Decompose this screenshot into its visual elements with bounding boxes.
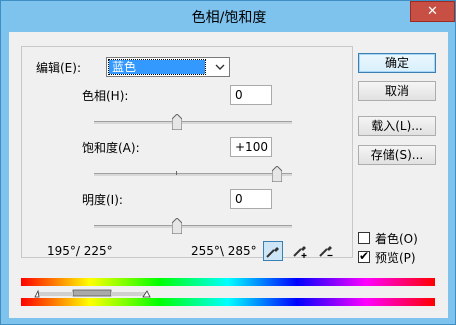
save-button[interactable]: 存储(S)... xyxy=(358,145,436,165)
saturation-slider-thumb[interactable] xyxy=(272,166,282,182)
eyedropper-add-tool[interactable] xyxy=(291,241,311,261)
lightness-slider-thumb[interactable] xyxy=(172,218,182,234)
eyedropper-subtract-tool[interactable] xyxy=(317,241,337,261)
saturation-input[interactable]: +100 xyxy=(230,137,272,157)
adjustment-group: 编辑(E): 蓝色 色相(H): 0 饱和度(A): +100 明度(I): 0 xyxy=(21,46,353,258)
range-start-text: 195°/ 225° xyxy=(47,244,113,258)
lightness-label: 明度(I): xyxy=(82,193,123,207)
output-color-spectrum xyxy=(21,298,435,306)
input-color-spectrum xyxy=(21,278,435,286)
eyedropper-minus-icon xyxy=(319,246,333,257)
hue-slider-thumb[interactable] xyxy=(172,114,182,130)
dialog-body: 编辑(E): 蓝色 色相(H): 0 饱和度(A): +100 明度(I): 0… xyxy=(9,32,448,318)
close-button[interactable]: ✕ xyxy=(410,1,455,22)
ok-button[interactable]: 确定 xyxy=(358,53,436,73)
hue-label: 色相(H): xyxy=(82,89,129,103)
colorize-checkbox[interactable] xyxy=(358,232,370,244)
edit-selected-value: 蓝色 xyxy=(108,59,206,75)
edit-label: 编辑(E): xyxy=(36,61,81,75)
eyedropper-tool[interactable] xyxy=(263,241,283,261)
lightness-slider-track[interactable] xyxy=(94,225,292,228)
saturation-label: 饱和度(A): xyxy=(82,141,140,155)
hue-input[interactable]: 0 xyxy=(230,85,272,105)
hue-slider-track[interactable] xyxy=(94,121,292,124)
preview-checkbox[interactable]: ✔ xyxy=(358,249,370,263)
saturation-center-tick xyxy=(176,171,177,175)
range-end-text: 255°\ 285° xyxy=(191,244,257,258)
close-icon: ✕ xyxy=(427,4,438,19)
lightness-input[interactable]: 0 xyxy=(230,189,272,209)
eyedropper-plus-icon xyxy=(293,246,307,258)
load-button[interactable]: 载入(L)... xyxy=(358,116,436,136)
chevron-down-icon xyxy=(215,64,225,70)
saturation-slider-track[interactable] xyxy=(94,173,292,176)
checkmark-icon: ✔ xyxy=(359,249,370,263)
cancel-button[interactable]: 取消 xyxy=(358,81,436,101)
preview-label: 预览(P) xyxy=(375,251,416,265)
hue-range-selector[interactable] xyxy=(21,288,435,298)
hue-saturation-dialog: 色相/饱和度 ✕ 编辑(E): 蓝色 色相(H): 0 饱和度(A): +100 xyxy=(0,0,456,325)
edit-select[interactable]: 蓝色 xyxy=(106,57,230,77)
colorize-label: 着色(O) xyxy=(375,232,418,246)
dialog-title: 色相/饱和度 xyxy=(191,10,267,26)
title-bar[interactable]: 色相/饱和度 ✕ xyxy=(1,1,456,31)
eyedropper-icon xyxy=(266,247,279,258)
